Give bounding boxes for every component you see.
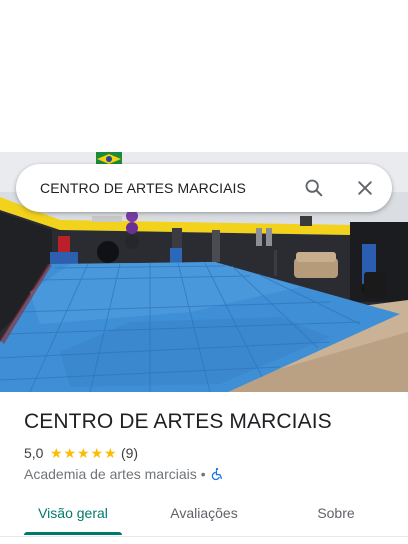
star-icon: ★ <box>63 445 76 461</box>
review-count[interactable]: (9) <box>121 445 138 461</box>
star-icon: ★ <box>90 445 103 461</box>
separator-dot: • <box>200 466 206 482</box>
category-row: Academia de artes marciais • <box>24 465 224 483</box>
rating-row[interactable]: 5,0 ★ ★ ★ ★ ★ (9) <box>24 444 138 462</box>
search-bar[interactable]: CENTRO DE ARTES MARCIAIS <box>16 164 392 212</box>
tab-about[interactable]: Sobre <box>300 494 372 532</box>
star-icon: ★ <box>103 445 117 461</box>
wheelchair-icon <box>210 467 224 481</box>
tab-reviews[interactable]: Avaliações <box>156 494 252 532</box>
active-tab-indicator <box>24 532 122 535</box>
rating-value: 5,0 <box>24 445 44 461</box>
place-page: CENTRO DE ARTES MARCIAIS CENTRO DE ARTES… <box>0 0 408 544</box>
place-tabs: Visão geral Avaliações Sobre <box>0 494 408 537</box>
close-button[interactable] <box>349 172 381 204</box>
star-rating: ★ ★ ★ ★ ★ <box>49 446 117 460</box>
search-icon <box>305 179 323 197</box>
star-icon: ★ <box>76 445 90 461</box>
tab-overview[interactable]: Visão geral <box>24 494 122 532</box>
search-query[interactable]: CENTRO DE ARTES MARCIAIS <box>40 164 246 212</box>
star-icon: ★ <box>49 445 63 461</box>
close-icon <box>358 181 372 195</box>
place-title: CENTRO DE ARTES MARCIAIS <box>24 410 332 433</box>
search-button[interactable] <box>298 172 330 204</box>
place-category: Academia de artes marciais <box>24 466 197 482</box>
